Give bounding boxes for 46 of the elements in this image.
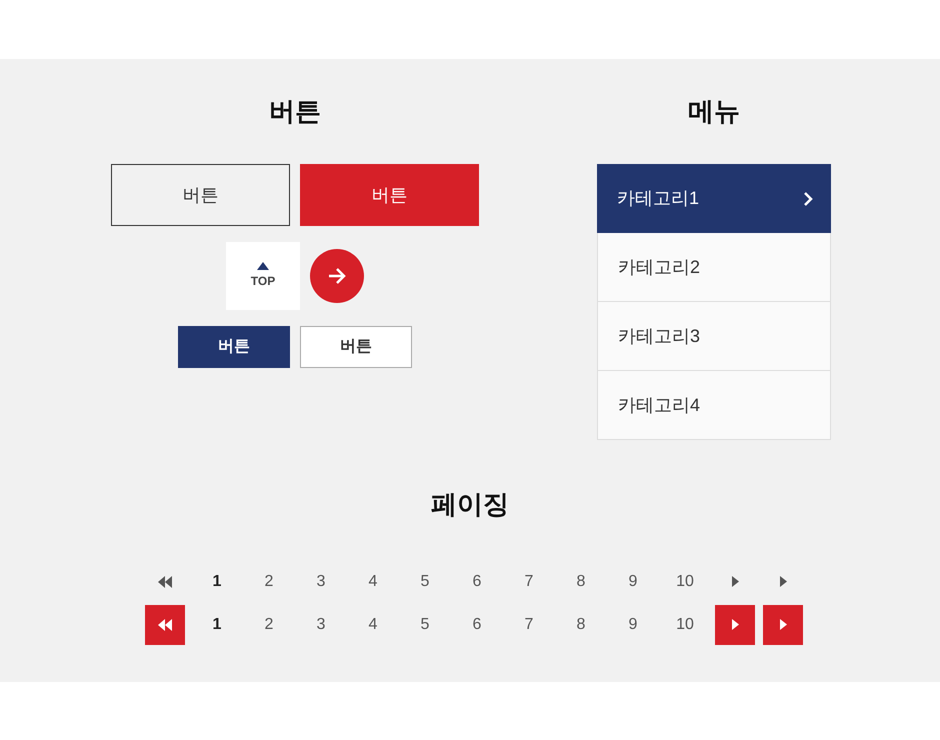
top-label: TOP — [250, 273, 276, 290]
page-number[interactable]: 10 — [676, 612, 694, 636]
right-triangle-icon — [732, 576, 738, 587]
chevron-right-icon — [803, 190, 813, 206]
page-number[interactable]: 7 — [524, 570, 534, 594]
page-number[interactable]: 8 — [576, 612, 586, 636]
page-number[interactable]: 6 — [472, 570, 482, 594]
page-number[interactable]: 5 — [420, 612, 430, 636]
arrow-right-icon — [327, 267, 347, 285]
double-left-icon — [158, 576, 172, 588]
page-number[interactable]: 1 — [212, 612, 222, 636]
section-title: 메뉴 — [688, 95, 740, 128]
menu-item[interactable]: 카테고리4 — [597, 371, 831, 440]
page-number[interactable]: 10 — [676, 570, 694, 594]
first-page-button[interactable] — [145, 604, 185, 644]
menu-item[interactable]: 카테고리2 — [597, 233, 831, 302]
button[interactable]: 버튼 — [178, 326, 290, 368]
right-triangle-icon — [780, 576, 786, 587]
page-number[interactable]: 2 — [264, 570, 274, 594]
right-triangle-icon — [780, 619, 786, 630]
double-left-icon — [158, 618, 172, 630]
section-title: 페이징 — [431, 488, 509, 521]
section-title: 버튼 — [269, 95, 321, 128]
arrow-button[interactable] — [310, 249, 364, 303]
menu-item[interactable]: 카테고리1 — [597, 164, 831, 233]
page-number[interactable]: 4 — [368, 612, 378, 636]
page-number[interactable]: 9 — [628, 612, 638, 636]
last-page-button[interactable] — [763, 604, 803, 644]
top-button[interactable]: TOP — [226, 242, 300, 310]
button[interactable]: 버튼 — [300, 164, 479, 226]
menu-item[interactable]: 카테고리3 — [597, 302, 831, 371]
page-number[interactable]: 4 — [368, 570, 378, 594]
page-number[interactable]: 6 — [472, 612, 482, 636]
page-number[interactable]: 7 — [524, 612, 534, 636]
page-number[interactable]: 3 — [316, 612, 326, 636]
page-number[interactable]: 3 — [316, 570, 326, 594]
page-number[interactable]: 1 — [212, 570, 222, 594]
up-triangle-icon — [257, 262, 269, 270]
page-number[interactable]: 2 — [264, 612, 274, 636]
page-number[interactable]: 9 — [628, 570, 638, 594]
page-number[interactable]: 8 — [576, 570, 586, 594]
right-triangle-icon — [732, 619, 738, 630]
next-page-button[interactable] — [715, 604, 755, 644]
button[interactable]: 버튼 — [300, 326, 412, 368]
button[interactable]: 버튼 — [111, 164, 290, 226]
page-number[interactable]: 5 — [420, 570, 430, 594]
